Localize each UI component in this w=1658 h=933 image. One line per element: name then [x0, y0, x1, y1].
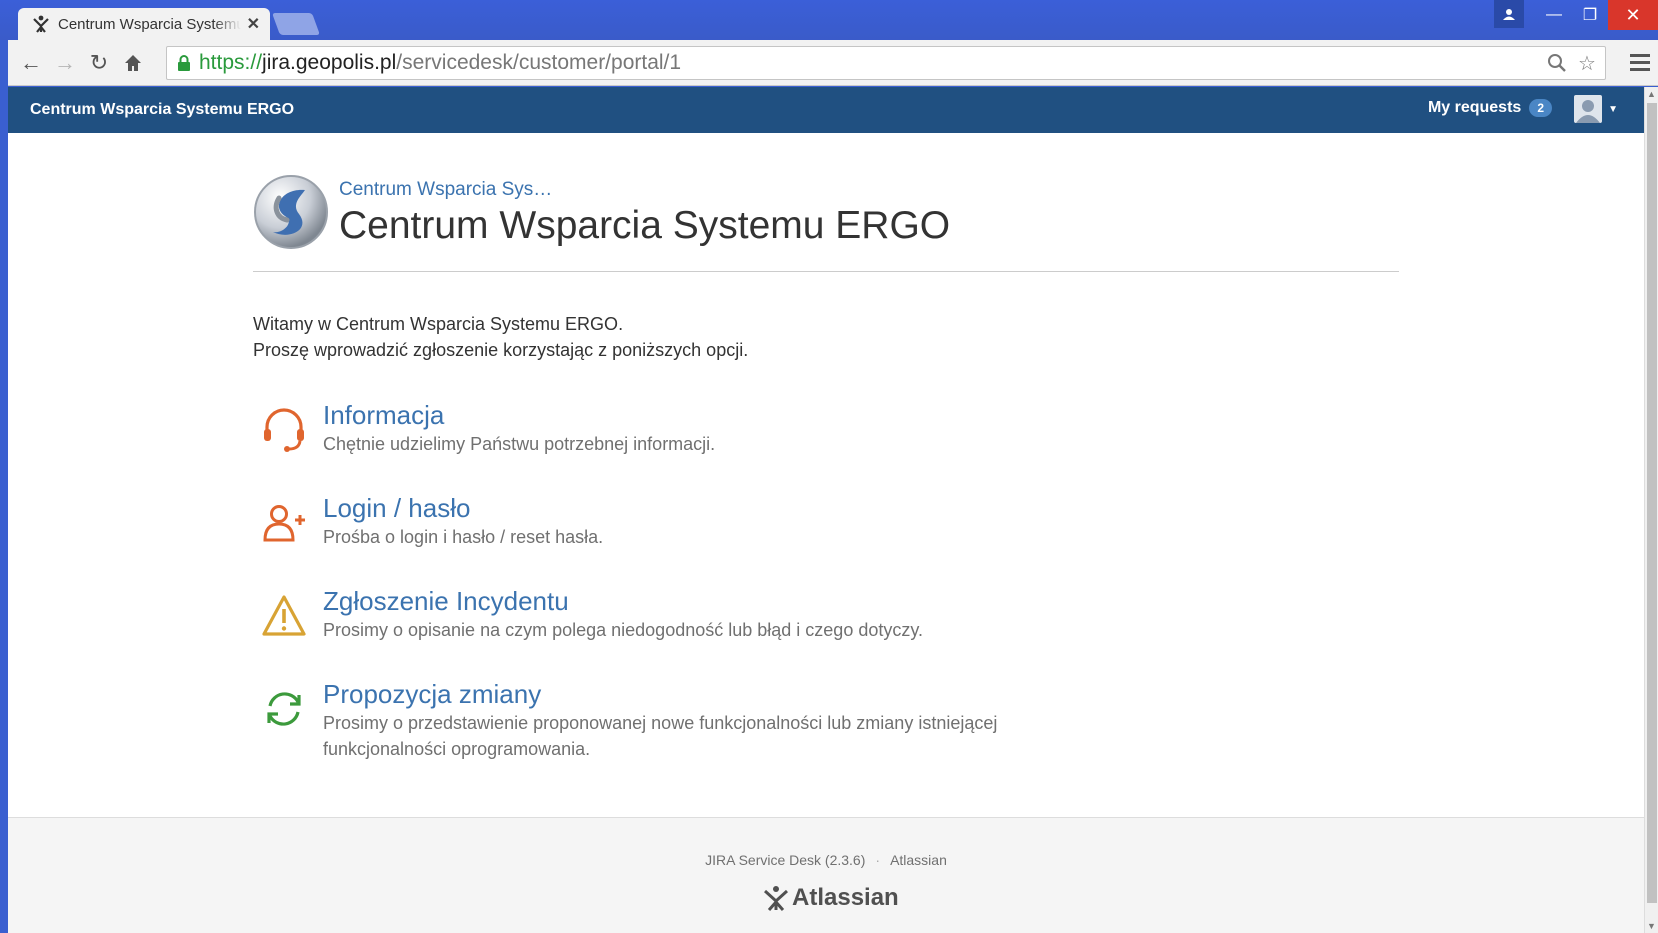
back-icon[interactable]: ←: [14, 46, 48, 80]
page: Centrum Wsparcia Systemu ERGO My request…: [8, 87, 1644, 933]
portal-logo-icon: [253, 174, 329, 250]
welcome-line-1: Witamy w Centrum Wsparcia Systemu ERGO.: [253, 314, 624, 334]
request-type-zgloszenie-incydentu[interactable]: Zgłoszenie Incydentu Prosimy o opisanie …: [253, 585, 923, 643]
page-scrollbar[interactable]: ▲ ▼: [1644, 87, 1658, 933]
my-requests-link[interactable]: My requests 2: [1428, 99, 1552, 117]
search-icon[interactable]: [1545, 51, 1569, 75]
request-type-login-haslo[interactable]: Login / hasło Prośba o login i hasło / r…: [253, 492, 603, 550]
request-type-title[interactable]: Zgłoszenie Incydentu: [323, 585, 923, 617]
minimize-icon[interactable]: —: [1536, 0, 1572, 30]
scroll-down-icon[interactable]: ▼: [1647, 921, 1656, 931]
page-title: Centrum Wsparcia Systemu ERGO: [339, 204, 951, 247]
restore-icon[interactable]: ❐: [1572, 0, 1608, 30]
welcome-line-2: Proszę wprowadzić zgłoszenie korzystając…: [253, 340, 749, 360]
scroll-up-icon[interactable]: ▲: [1647, 89, 1656, 99]
jira-favicon-icon: [32, 15, 50, 33]
atlassian-mark-icon: [764, 886, 788, 911]
browser-menu-icon[interactable]: [1626, 48, 1654, 76]
request-type-description: Chętnie udzielimy Państwu potrzebnej inf…: [323, 434, 716, 454]
breadcrumb[interactable]: Centrum Wsparcia Sys…: [339, 179, 552, 201]
browser-toolbar: ← → ↻ https://jira.geopolis.pl/servicede…: [8, 40, 1658, 86]
header-brand-link[interactable]: Centrum Wsparcia Systemu ERGO: [30, 101, 294, 119]
user-menu[interactable]: ▼: [1574, 95, 1618, 123]
warning-icon: [261, 593, 307, 639]
request-type-description: Prosimy o przedstawienie proponowanej no…: [323, 713, 998, 759]
profile-icon[interactable]: [1494, 0, 1524, 28]
chevron-down-icon: ▼: [1608, 103, 1618, 115]
refresh-icon: [261, 686, 307, 732]
atlassian-logo[interactable]: Atlassian: [764, 884, 899, 912]
atlassian-logo-text: Atlassian: [792, 884, 899, 911]
tab-close-icon[interactable]: ✕: [247, 14, 260, 34]
home-icon[interactable]: [116, 46, 150, 80]
request-type-description: Prosimy o opisanie na czym polega niedog…: [323, 620, 924, 640]
request-type-title[interactable]: Informacja: [323, 399, 715, 431]
add-user-icon: [261, 500, 307, 546]
portal-header: Centrum Wsparcia Systemu ERGO My request…: [8, 87, 1644, 133]
my-requests-count-badge: 2: [1529, 99, 1552, 117]
tab-title: Centrum Wsparcia Systemu ERGO: [58, 15, 241, 33]
window-controls: — ❐ ✕: [1494, 0, 1658, 36]
footer-product-link[interactable]: JIRA Service Desk (2.3.6): [705, 852, 865, 868]
avatar: [1574, 95, 1603, 123]
browser-tab[interactable]: Centrum Wsparcia Systemu ERGO ✕: [18, 8, 270, 40]
my-requests-label: My requests: [1427, 99, 1522, 116]
heading-divider: [253, 271, 1399, 272]
address-bar[interactable]: https://jira.geopolis.pl/servicedesk/cus…: [166, 46, 1606, 80]
forward-icon[interactable]: →: [48, 46, 82, 80]
request-type-description: Prośba o login i hasło / reset hasła.: [323, 527, 604, 547]
request-type-title[interactable]: Propozycja zmiany: [323, 678, 1113, 710]
browser-titlebar: Centrum Wsparcia Systemu ERGO ✕ — ❐ ✕: [0, 0, 1658, 40]
new-tab-button[interactable]: [271, 13, 321, 35]
url-text: https://jira.geopolis.pl/servicedesk/cus…: [199, 51, 682, 74]
footer-vendor-link[interactable]: Atlassian: [890, 852, 947, 868]
lock-icon: [177, 55, 191, 71]
request-type-propozycja-zmiany[interactable]: Propozycja zmiany Prosimy o przedstawien…: [253, 678, 1113, 762]
scroll-thumb[interactable]: [1647, 103, 1657, 903]
reload-icon[interactable]: ↻: [82, 46, 116, 80]
footer-separator: ·: [875, 852, 881, 868]
request-type-title[interactable]: Login / hasło: [323, 492, 603, 524]
request-type-informacja[interactable]: Informacja Chętnie udzielimy Państwu pot…: [253, 399, 715, 457]
close-window-icon[interactable]: ✕: [1608, 0, 1658, 30]
welcome-text: Witamy w Centrum Wsparcia Systemu ERGO. …: [253, 311, 748, 363]
bookmark-star-icon[interactable]: ☆: [1575, 51, 1599, 75]
headset-icon: [261, 407, 307, 453]
footer: JIRA Service Desk (2.3.6) · Atlassian Atla…: [8, 817, 1644, 933]
footer-links: JIRA Service Desk (2.3.6) · Atlassian: [8, 852, 1644, 868]
